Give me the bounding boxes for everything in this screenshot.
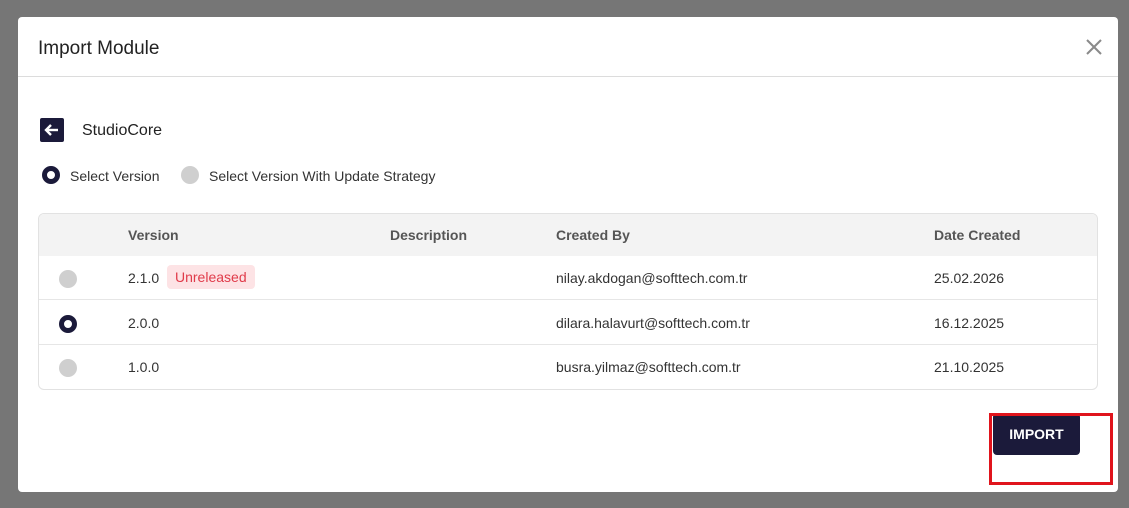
import-button[interactable]: IMPORT xyxy=(993,413,1080,455)
back-button[interactable] xyxy=(40,118,64,142)
date-created-cell: 25.02.2026 xyxy=(934,270,1005,286)
date-created-cell: 16.12.2025 xyxy=(934,315,1005,331)
dialog-title: Import Module xyxy=(38,38,160,59)
dialog-header: Import Module xyxy=(18,17,1118,77)
table-row[interactable]: 1.0.0 busra.yilmaz@softtech.com.tr 21.10… xyxy=(39,345,1097,389)
version-cell: 2.0.0 xyxy=(128,315,160,331)
table-header: Version Description Created By Date Crea… xyxy=(39,214,1097,256)
select-version-with-update-strategy-label: Select Version With Update Strategy xyxy=(209,168,436,184)
version-cell: 2.1.0 xyxy=(128,270,160,286)
select-version-with-update-strategy-radio[interactable] xyxy=(181,166,199,184)
arrow-left-icon xyxy=(44,124,58,136)
created-by-cell: nilay.akdogan@softtech.com.tr xyxy=(556,270,748,286)
row-select-radio[interactable] xyxy=(59,270,77,288)
version-cell: 1.0.0 xyxy=(128,359,160,375)
select-version-label: Select Version xyxy=(70,168,160,184)
created-by-cell: dilara.halavurt@softtech.com.tr xyxy=(556,315,750,331)
column-header-date-created: Date Created xyxy=(934,227,1021,243)
created-by-cell: busra.yilmaz@softtech.com.tr xyxy=(556,359,741,375)
column-header-description: Description xyxy=(390,227,468,243)
close-button[interactable] xyxy=(1084,37,1104,57)
date-created-cell: 21.10.2025 xyxy=(934,359,1005,375)
column-header-created-by: Created By xyxy=(556,227,630,243)
module-name: StudioCore xyxy=(82,122,163,139)
column-header-version: Version xyxy=(128,227,179,243)
row-select-radio[interactable] xyxy=(59,359,77,377)
versions-table: Version Description Created By Date Crea… xyxy=(38,213,1098,390)
row-select-radio[interactable] xyxy=(59,315,77,333)
table-row[interactable]: 2.1.0 Unreleased nilay.akdogan@softtech.… xyxy=(39,256,1097,300)
table-row[interactable]: 2.0.0 dilara.halavurt@softtech.com.tr 16… xyxy=(39,301,1097,345)
select-version-radio[interactable] xyxy=(42,166,60,184)
unreleased-badge: Unreleased xyxy=(167,265,255,289)
import-module-dialog: Import Module StudioCore Select Version … xyxy=(18,17,1118,492)
close-icon xyxy=(1086,39,1102,55)
